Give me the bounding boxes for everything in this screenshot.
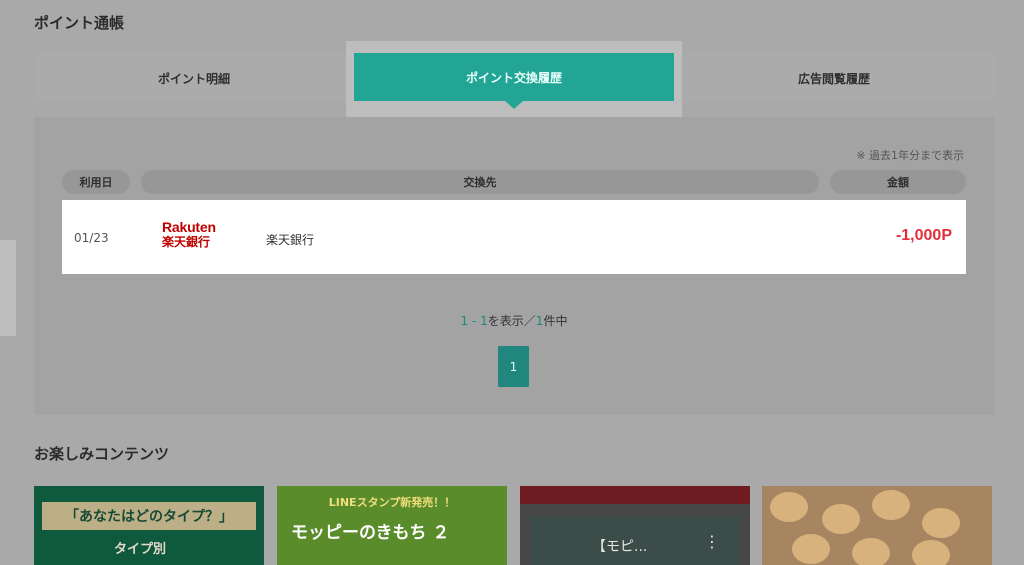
history-range-note: ※ 過去1年分まで表示 [856, 149, 964, 162]
count-suffix: 件中 [543, 314, 568, 328]
column-header-date: 利用日 [62, 170, 130, 194]
logo-text-en: Rakuten [162, 219, 216, 235]
side-scroll-handle[interactable] [0, 240, 16, 336]
character-illustration [822, 504, 860, 534]
video-title: 【モピ... [592, 539, 648, 555]
card-header-bar [520, 486, 750, 504]
content-card-line-stamp[interactable]: LINEスタンプ新発売！！ モッピーのきもち ２ [277, 486, 507, 565]
pagination-page-1[interactable]: 1 [498, 346, 529, 387]
column-header-amount: 金額 [830, 170, 966, 194]
character-illustration [872, 490, 910, 520]
result-count: 1 - 1を表示／1件中 [34, 312, 994, 329]
row-amount: -1,000P [895, 227, 952, 244]
card-title: LINEスタンプ新発売！！ [328, 496, 456, 509]
content-card-type-quiz[interactable]: 「あなたはどのタイプ？」 タイプ別 [34, 486, 264, 565]
character-illustration [912, 540, 950, 565]
column-header-destination: 交換先 [141, 170, 819, 194]
section-title-fun-content: お楽しみコンテンツ [34, 445, 170, 463]
rakuten-bank-logo: Rakuten 楽天銀行 [162, 220, 216, 248]
row-date: 01/23 [74, 231, 109, 245]
tab-exchange-history[interactable]: ポイント交換履歴 [354, 53, 674, 109]
count-end: 1 [480, 314, 488, 328]
card-main-text: モッピーのきもち ２ [291, 523, 450, 543]
character-illustration [922, 508, 960, 538]
more-options-icon[interactable]: ⋮ [704, 532, 720, 551]
count-sep: - [468, 314, 481, 328]
logo-text-ja: 楽天銀行 [162, 235, 211, 249]
character-illustration [770, 492, 808, 522]
tab-ad-history[interactable]: 広告閲覧履歴 [674, 54, 994, 102]
table-row: 01/23 Rakuten 楽天銀行 楽天銀行 -1,000P [62, 200, 966, 274]
content-card-video[interactable]: 【モピ... ⋮ [520, 486, 750, 565]
exchange-history-panel: ※ 過去1年分まで表示 利用日 交換先 金額 01/23 Rakuten 楽天銀… [34, 117, 994, 415]
count-mid: を表示／ [487, 314, 536, 328]
page-title: ポイント通帳 [34, 14, 125, 32]
character-illustration [852, 538, 890, 565]
content-card-illustration[interactable] [762, 486, 992, 565]
card-banner-text: 「あなたはどのタイプ？」 [42, 502, 256, 530]
card-subtext: タイプ別 [114, 542, 167, 557]
row-destination: 楽天銀行 [266, 233, 315, 247]
character-illustration [792, 534, 830, 564]
tab-point-details[interactable]: ポイント明細 [34, 54, 354, 102]
